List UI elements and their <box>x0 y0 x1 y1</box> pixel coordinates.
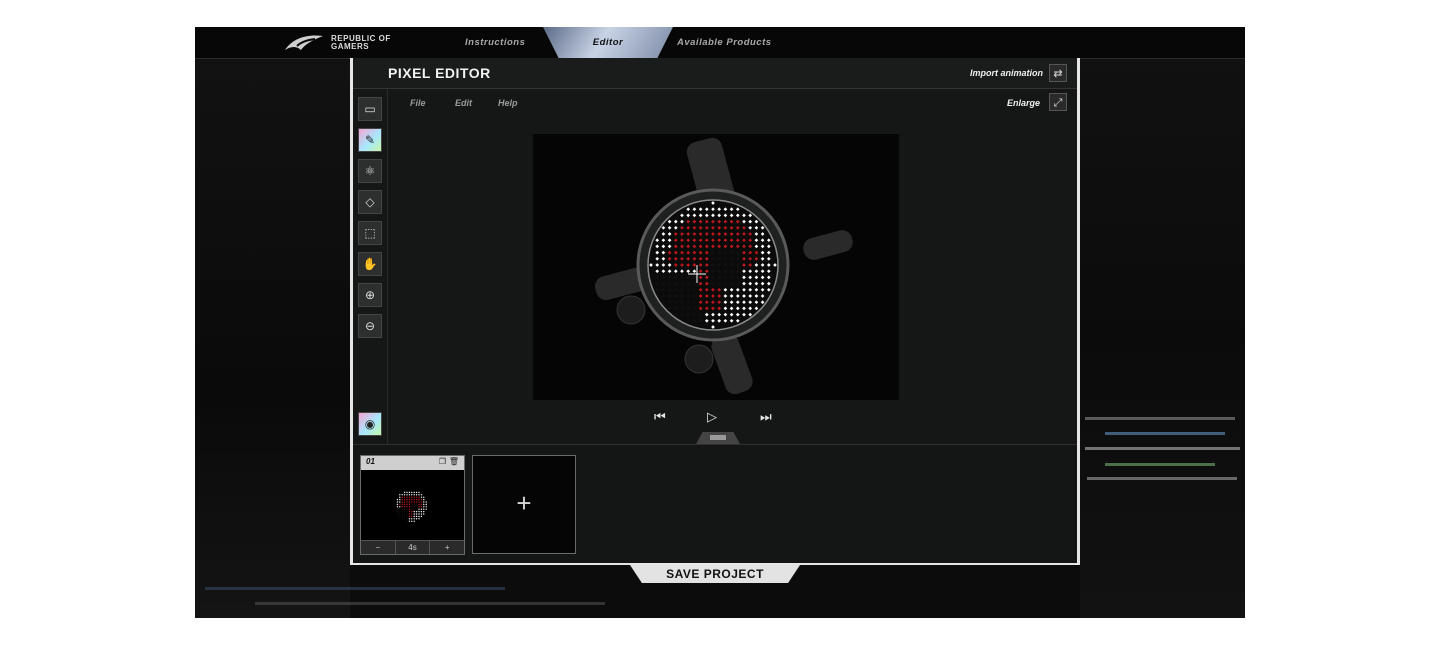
panel-header: PIXEL EDITOR Import animation ⇄ <box>353 58 1077 89</box>
zoom-out-icon: ⊖ <box>364 319 376 333</box>
enlarge-label[interactable]: Enlarge <box>1007 98 1040 108</box>
frame-header: 01 ❐ 🗑 <box>361 456 464 470</box>
rog-eye-icon <box>285 35 323 50</box>
zoom-in-tool[interactable]: ⊕ <box>358 283 382 307</box>
app-window: REPUBLIC OF GAMERS Instructions Editor A… <box>195 27 1245 618</box>
logo-text: REPUBLIC OF GAMERS <box>331 34 391 51</box>
rog-logo[interactable]: REPUBLIC OF GAMERS <box>283 32 411 54</box>
frame-duration: 4s <box>396 541 431 554</box>
tool-sidebar: ▭ ✎ ⚛ ◇ ⬚ ✋ ⊕ ⊖ ◉ <box>353 89 388 444</box>
tab-available-products[interactable]: Available Products <box>677 27 772 58</box>
frame-duration-control: − 4s + <box>361 540 464 554</box>
menu-file[interactable]: File <box>410 98 426 108</box>
menu-edit[interactable]: Edit <box>455 98 472 108</box>
canvas-size-icon: ▭ <box>364 102 376 116</box>
cooler-pump-artwork <box>595 137 853 395</box>
eraser-tool[interactable]: ◇ <box>358 190 382 214</box>
last-frame-button[interactable]: ⏭ <box>760 409 772 425</box>
frame-preview <box>396 491 428 523</box>
enlarge-button[interactable]: ⤢ <box>1049 93 1067 111</box>
selection-tool[interactable]: ⬚ <box>358 221 382 245</box>
add-frame-button[interactable]: + <box>472 455 576 554</box>
duplicate-frame-icon[interactable]: ❐ <box>439 457 446 466</box>
page-title: PIXEL EDITOR <box>388 65 491 81</box>
pencil-icon: ✎ <box>364 133 376 147</box>
increase-duration-button[interactable]: + <box>430 541 464 554</box>
eraser-icon: ◇ <box>365 195 375 209</box>
color-bucket-tool[interactable]: ⚛ <box>358 159 382 183</box>
import-animation-label[interactable]: Import animation <box>970 68 1043 78</box>
expand-icon: ⤢ <box>1053 97 1063 109</box>
skip-back-icon: ⏮ <box>654 409 666 424</box>
frame-number: 01 <box>366 457 375 466</box>
play-icon: ▷ <box>707 409 717 424</box>
pencil-tool[interactable]: ✎ <box>358 128 382 152</box>
tab-editor[interactable]: Editor <box>543 27 673 58</box>
pixel-canvas[interactable] <box>533 134 899 400</box>
save-project-button[interactable]: SAVE PROJECT <box>630 565 800 583</box>
pixel-editor-panel: PIXEL EDITOR Import animation ⇄ ▭ ✎ ⚛ ◇ … <box>350 58 1080 565</box>
play-button[interactable]: ▷ <box>707 409 717 425</box>
hand-icon: ✋ <box>362 257 378 271</box>
background-left <box>195 58 350 618</box>
hand-tool[interactable]: ✋ <box>358 252 382 276</box>
frame-thumbnail[interactable]: 01 ❐ 🗑 − 4s + <box>360 455 465 555</box>
skip-forward-icon: ⏭ <box>760 409 772 424</box>
canvas-size-tool[interactable]: ▭ <box>358 97 382 121</box>
top-navigation: REPUBLIC OF GAMERS Instructions Editor A… <box>195 27 1245 59</box>
first-frame-button[interactable]: ⏮ <box>654 409 666 425</box>
swap-arrows-icon: ⇄ <box>1053 68 1063 80</box>
selection-icon: ⬚ <box>364 226 376 240</box>
menu-help[interactable]: Help <box>498 98 518 108</box>
background-right <box>1080 58 1245 618</box>
zoom-out-tool[interactable]: ⊖ <box>358 314 382 338</box>
preview-eye-icon: ◉ <box>364 417 376 431</box>
import-animation-button[interactable]: ⇄ <box>1049 64 1067 82</box>
timeline-strip: 01 ❐ 🗑 − 4s + + <box>353 444 1077 563</box>
tab-instructions[interactable]: Instructions <box>465 27 525 58</box>
decrease-duration-button[interactable]: − <box>361 541 396 554</box>
color-bucket-icon: ⚛ <box>364 164 376 178</box>
timeline-toggle-handle[interactable] <box>696 432 740 444</box>
delete-frame-icon[interactable]: 🗑 <box>449 457 459 466</box>
zoom-in-icon: ⊕ <box>364 288 376 302</box>
preview-tool[interactable]: ◉ <box>358 412 382 436</box>
